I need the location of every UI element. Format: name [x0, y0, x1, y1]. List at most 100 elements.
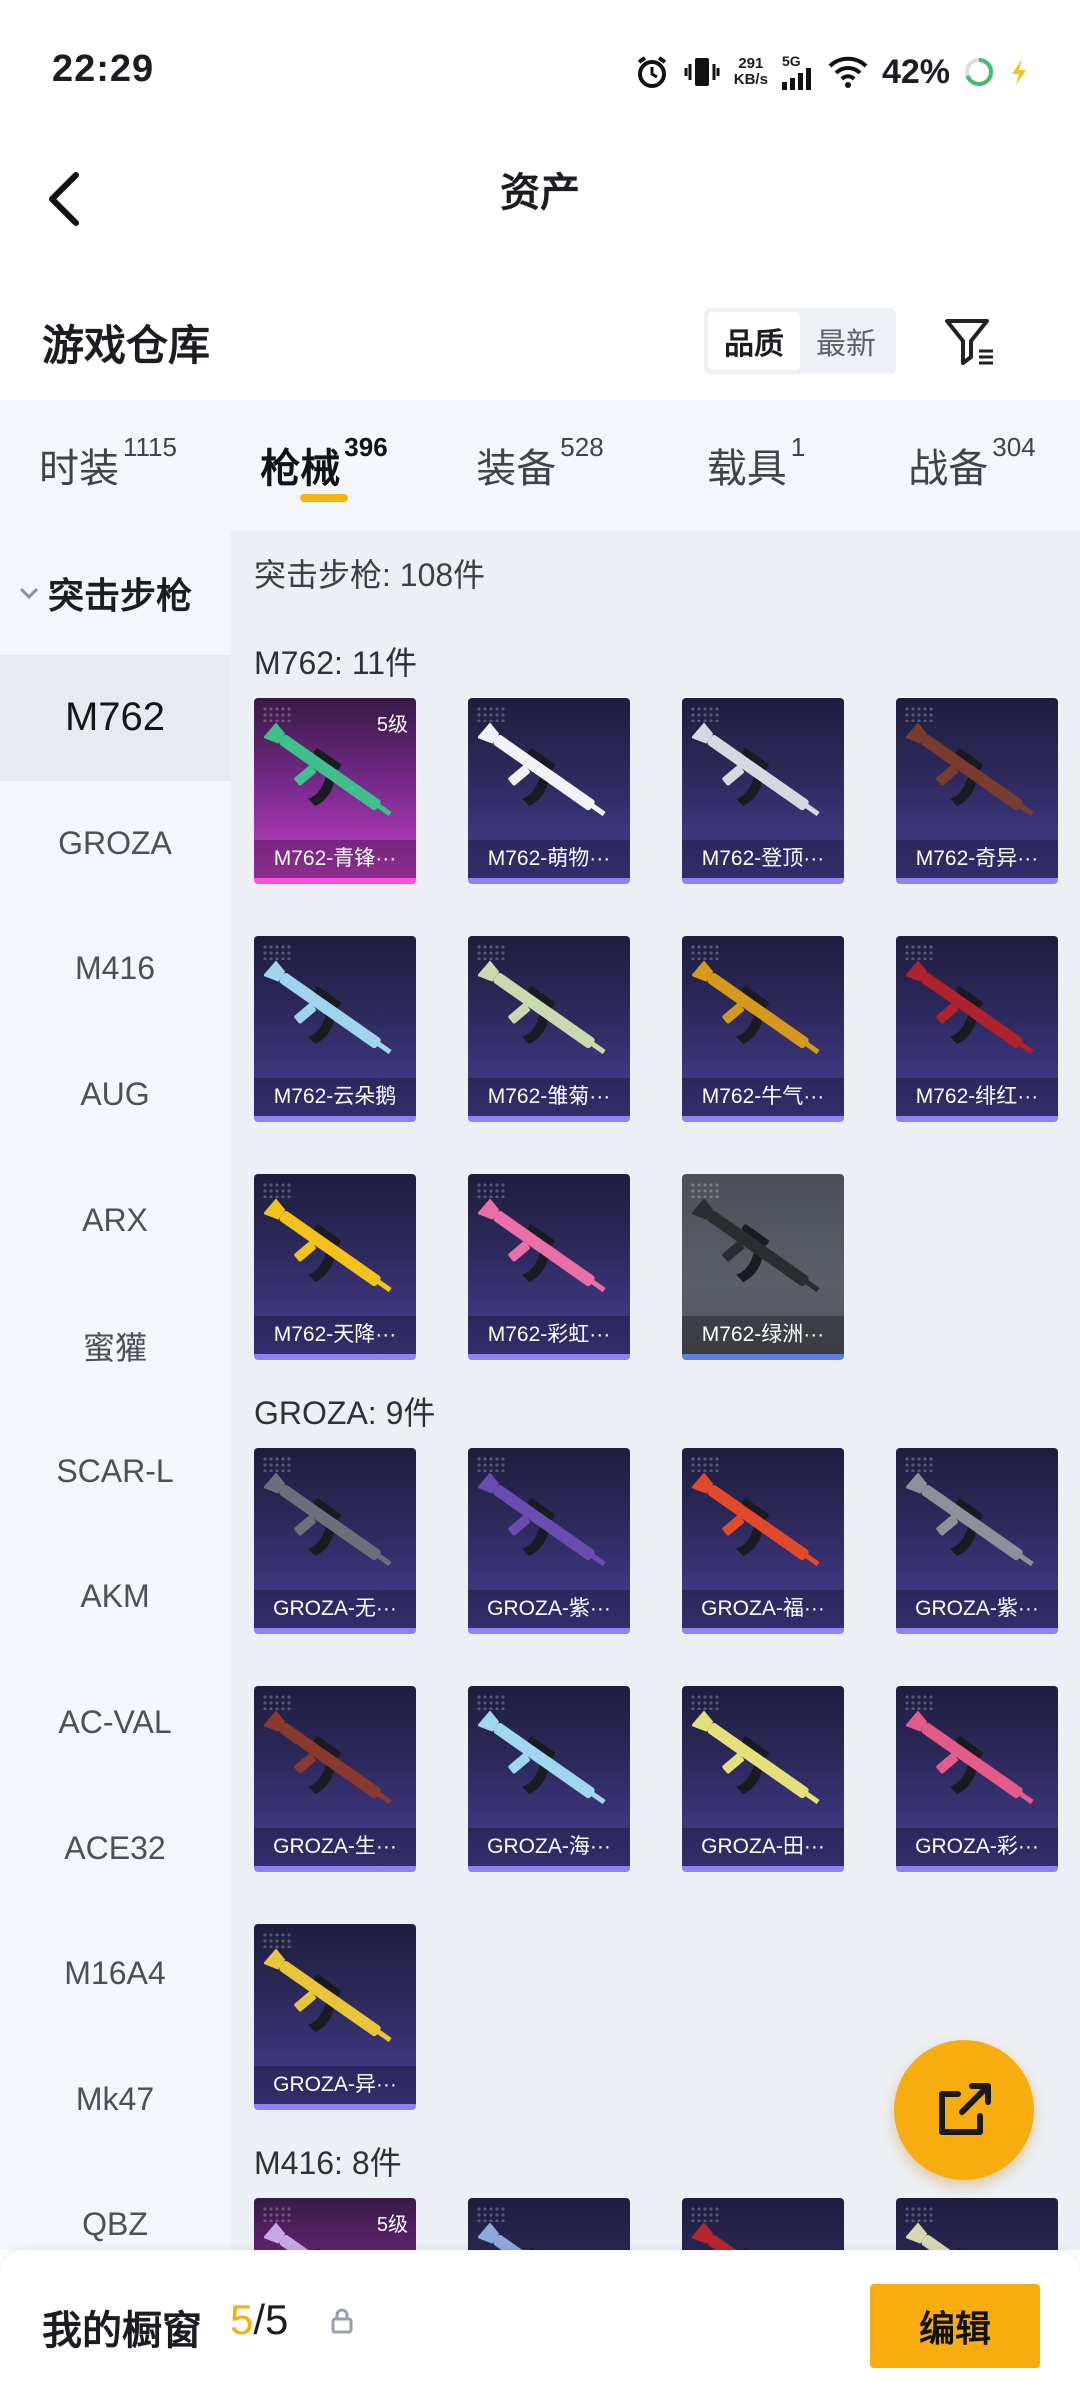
sort-option-quality[interactable]: 品质 [708, 312, 800, 370]
weapon-skin-card[interactable]: 5级 [254, 2198, 416, 2250]
weapon-skin-name: M762-牛气··· [682, 1078, 844, 1116]
weapon-skin-card[interactable]: M762-奇异··· [896, 698, 1058, 884]
sidebar-item-m416[interactable]: M416 [0, 906, 230, 1032]
sort-toggle: 品质 最新 [704, 308, 896, 374]
weapon-skin-card[interactable]: M762-天降··· [254, 1174, 416, 1360]
showcase-current: 5 [230, 2296, 254, 2343]
weapon-skin-name: M762-萌物··· [468, 840, 630, 878]
weapon-skin-image [692, 1472, 820, 1567]
status-icons: 291 KB/s 5G 42% [634, 48, 1030, 96]
weapon-skin-image [692, 2222, 809, 2250]
tab-label: 枪械 [260, 447, 341, 491]
weapon-skin-image [906, 960, 1034, 1055]
weapon-skin-card[interactable]: M762-牛气··· [682, 936, 844, 1122]
sidebar-item-scar-l[interactable]: SCAR-L [0, 1409, 230, 1535]
tab-label: 战备 [908, 447, 989, 491]
weapon-skin-name: M762-雏菊··· [468, 1078, 630, 1116]
weapon-skin-card[interactable]: M762-彩虹··· [468, 1174, 630, 1360]
weapon-skin-card[interactable] [682, 2198, 844, 2250]
network-type: 5G [781, 53, 801, 69]
tab-count: 1115 [123, 432, 177, 462]
tab-battle-gear[interactable]: 战备 304 [864, 400, 1080, 530]
category-tabs: 时装 1115 枪械 396 装备 528 载具 1 战备 304 [0, 400, 1080, 530]
sidebar-item-qbz[interactable]: QBZ [0, 2162, 230, 2250]
weapon-skin-name: GROZA-异··· [254, 2066, 416, 2104]
status-time: 22:29 [52, 48, 155, 90]
group-label: M762: 11件 [254, 645, 418, 681]
tab-label: 载具 [706, 447, 787, 491]
weapon-skin-name: M762-绯红··· [896, 1078, 1058, 1116]
weapon-skin-card[interactable]: M762-绿洲··· [682, 1174, 844, 1360]
tab-firearms[interactable]: 枪械 396 [216, 400, 432, 530]
weapon-skin-card[interactable]: M762-绯红··· [896, 936, 1058, 1122]
level-badge: 5级 [376, 2214, 408, 2236]
weapon-skin-card[interactable] [468, 2198, 630, 2250]
weapon-skin-card[interactable]: M762-萌物··· [468, 698, 630, 884]
chevron-down-icon [18, 585, 40, 601]
vibrate-icon [684, 54, 720, 90]
sidebar-item-m762[interactable]: M762 [0, 655, 230, 781]
weapon-skin-card[interactable]: GROZA-田··· [682, 1686, 844, 1872]
sort-option-newest[interactable]: 最新 [800, 312, 892, 370]
weapon-skin-image [906, 1710, 1034, 1805]
battery-ring-icon [964, 57, 994, 87]
weapon-skin-image [478, 2222, 595, 2250]
sidebar-item-arx[interactable]: ARX [0, 1157, 230, 1283]
weapon-skin-image [478, 1198, 606, 1293]
weapon-skin-image [264, 1710, 392, 1805]
level-badge: 5级 [376, 714, 408, 736]
weapon-skin-card[interactable]: M762-登顶··· [682, 698, 844, 884]
weapon-skin-card[interactable]: GROZA-彩··· [896, 1686, 1058, 1872]
sidebar-item-honey-badger[interactable]: 蜜獾 [0, 1283, 230, 1409]
sidebar-item-m16a4[interactable]: M16A4 [0, 1911, 230, 2037]
weapon-skin-image [906, 1472, 1034, 1567]
weapon-skin-card[interactable]: GROZA-海··· [468, 1686, 630, 1872]
showcase-bar: 我的橱窗 5/5 编辑 [0, 2250, 1080, 2400]
weapon-skin-card[interactable]: GROZA-生··· [254, 1686, 416, 1872]
alarm-icon [634, 54, 670, 90]
edit-button[interactable]: 编辑 [870, 2284, 1040, 2368]
weapon-skin-card[interactable]: GROZA-无··· [254, 1448, 416, 1634]
sidebar-item-mk47[interactable]: Mk47 [0, 2037, 230, 2163]
showcase-total: /5 [253, 2296, 289, 2343]
weapon-skin-card[interactable]: GROZA-福··· [682, 1448, 844, 1634]
weapon-skin-card[interactable]: M762-云朵鹅 [254, 936, 416, 1122]
sidebar-item-ac-val[interactable]: AC-VAL [0, 1660, 230, 1786]
weapon-skin-image [264, 1198, 392, 1293]
weapon-sidebar: 突击步枪 M762 GROZA M416 AUG ARX 蜜獾 SCAR-L A… [0, 530, 230, 2250]
sidebar-item-akm[interactable]: AKM [0, 1534, 230, 1660]
weapon-skin-card[interactable]: 5级 M762-青锋··· [254, 698, 416, 884]
sidebar-item-ace32[interactable]: ACE32 [0, 1785, 230, 1911]
weapon-skin-image [692, 1710, 820, 1805]
weapon-skin-card[interactable] [896, 2198, 1058, 2250]
net-speed-unit: KB/s [733, 71, 768, 88]
sidebar-group-assault-rifles[interactable]: 突击步枪 [0, 530, 230, 655]
weapon-skin-image [478, 722, 606, 817]
share-icon [939, 2083, 991, 2135]
weapon-skin-image [478, 960, 606, 1055]
charging-icon [1008, 57, 1030, 87]
sidebar-item-aug[interactable]: AUG [0, 1032, 230, 1158]
tab-fashion[interactable]: 时装 1115 [0, 400, 216, 530]
cellular-5g-icon: 5G [781, 53, 814, 90]
weapon-skin-card[interactable]: GROZA-紫··· [896, 1448, 1058, 1634]
weapon-skin-image [264, 960, 392, 1055]
weapon-skin-name: M762-绿洲··· [682, 1316, 844, 1354]
share-button[interactable] [894, 2040, 1034, 2180]
tab-equipment[interactable]: 装备 528 [432, 400, 648, 530]
warehouse-title: 游戏仓库 [42, 322, 211, 369]
sidebar-item-groza[interactable]: GROZA [0, 781, 230, 907]
weapon-skin-card[interactable]: GROZA-异··· [254, 1924, 416, 2110]
header: 资产 [0, 140, 1080, 280]
weapon-skin-card[interactable]: GROZA-紫··· [468, 1448, 630, 1634]
weapon-skin-name: M762-青锋··· [254, 840, 416, 878]
tab-active-indicator [300, 494, 348, 502]
warehouse-row: 游戏仓库 品质 最新 [0, 280, 1080, 400]
weapon-skin-card[interactable]: M762-雏菊··· [468, 936, 630, 1122]
sidebar-group-label: 突击步枪 [48, 574, 193, 616]
weapon-skin-image [692, 722, 820, 817]
filter-button[interactable] [940, 308, 1000, 374]
weapon-skin-image [906, 2222, 1023, 2250]
tab-vehicles[interactable]: 载具 1 [648, 400, 864, 530]
tab-count: 396 [344, 432, 388, 462]
